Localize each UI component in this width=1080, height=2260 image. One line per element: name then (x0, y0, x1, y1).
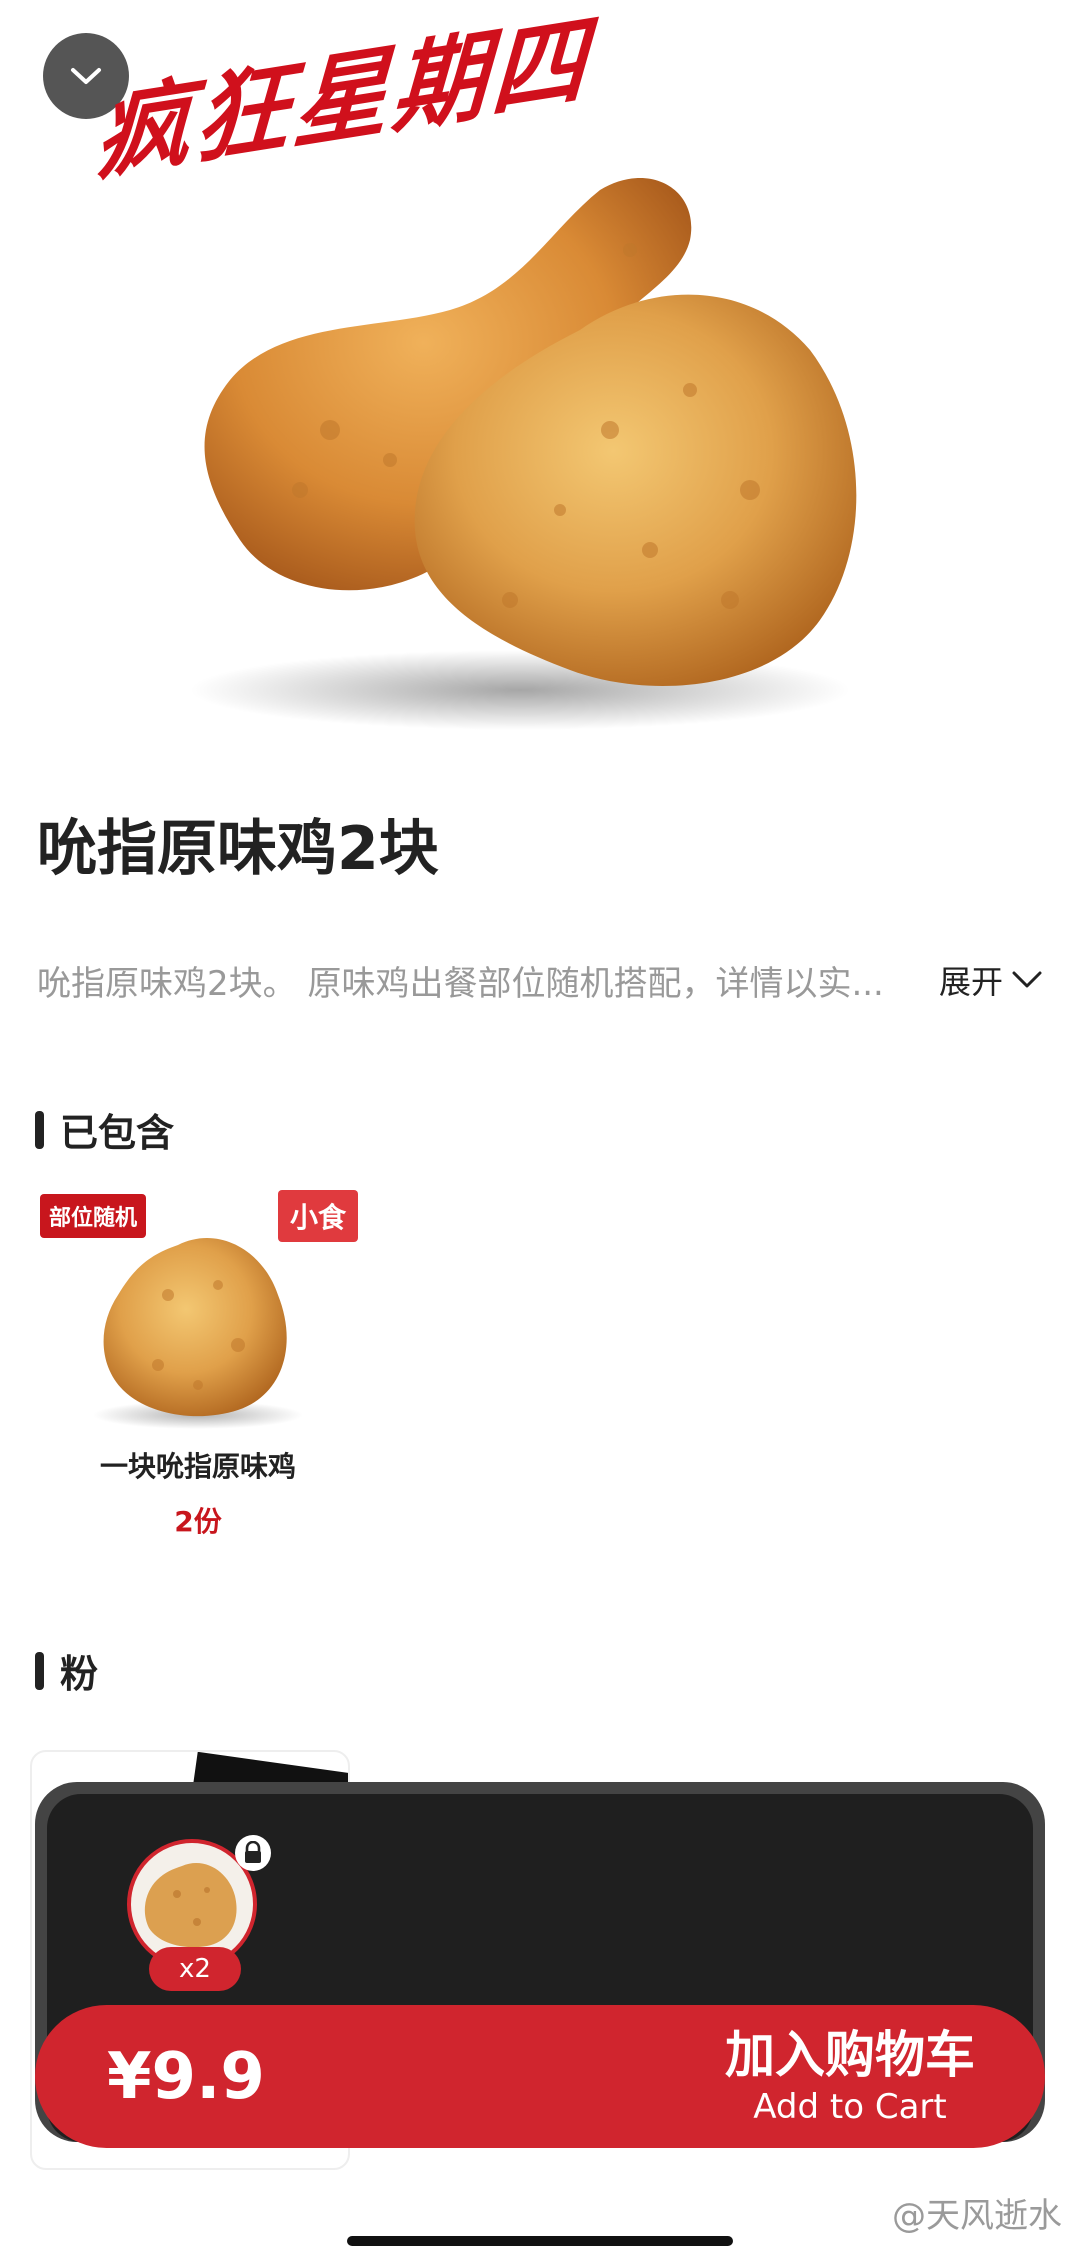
fried-chicken-image (190, 178, 857, 730)
chicken-piece-icon (144, 1862, 237, 1948)
included-section-label: 已包含 (60, 1111, 175, 1155)
product-description: 吮指原味鸡2块。 原味鸡出餐部位随机搭配，详情以实... (37, 963, 884, 1004)
watermark: @天风逝水 (892, 2196, 1062, 2236)
home-indicator[interactable] (347, 2236, 733, 2246)
product-title: 吮指原味鸡2块 (37, 814, 439, 884)
add-to-cart-bar[interactable]: ¥9.9 加入购物车 Add to Cart (35, 2005, 1045, 2148)
item-quantity: 2份 (174, 1505, 222, 1538)
add-to-cart-label-en: Add to Cart (753, 2086, 947, 2127)
chicken-piece-image (93, 1238, 303, 1429)
second-section-label: 粉 (60, 1652, 99, 1696)
section-marker (35, 1651, 44, 1690)
add-to-cart-label-cn: 加入购物车 (725, 2025, 975, 2084)
selected-qty-badge: x2 (149, 1947, 241, 1991)
add-to-cart-button[interactable]: 加入购物车 Add to Cart (725, 2025, 975, 2129)
expand-button[interactable]: 展开 (939, 957, 1043, 1003)
hero-banner: 疯狂星期四 (0, 0, 1080, 760)
total-price: ¥9.9 (107, 2039, 265, 2114)
section-marker (35, 1110, 44, 1149)
lock-icon (235, 1835, 271, 1871)
expand-label: 展开 (938, 963, 1003, 1001)
item-name: 一块吮指原味鸡 (99, 1450, 296, 1483)
included-section-header: 已包含 (35, 1102, 174, 1157)
description-row: 吮指原味鸡2块。 原味鸡出餐部位随机搭配，详情以实... 展开 (37, 950, 1043, 1010)
selected-item-thumb[interactable]: x2 (127, 1835, 271, 1991)
included-item[interactable]: 部位随机 小食 一块吮指原味鸡 2份 (38, 1190, 358, 1550)
chevron-down-icon (1012, 971, 1042, 988)
second-section-header: 粉 (35, 1643, 98, 1698)
